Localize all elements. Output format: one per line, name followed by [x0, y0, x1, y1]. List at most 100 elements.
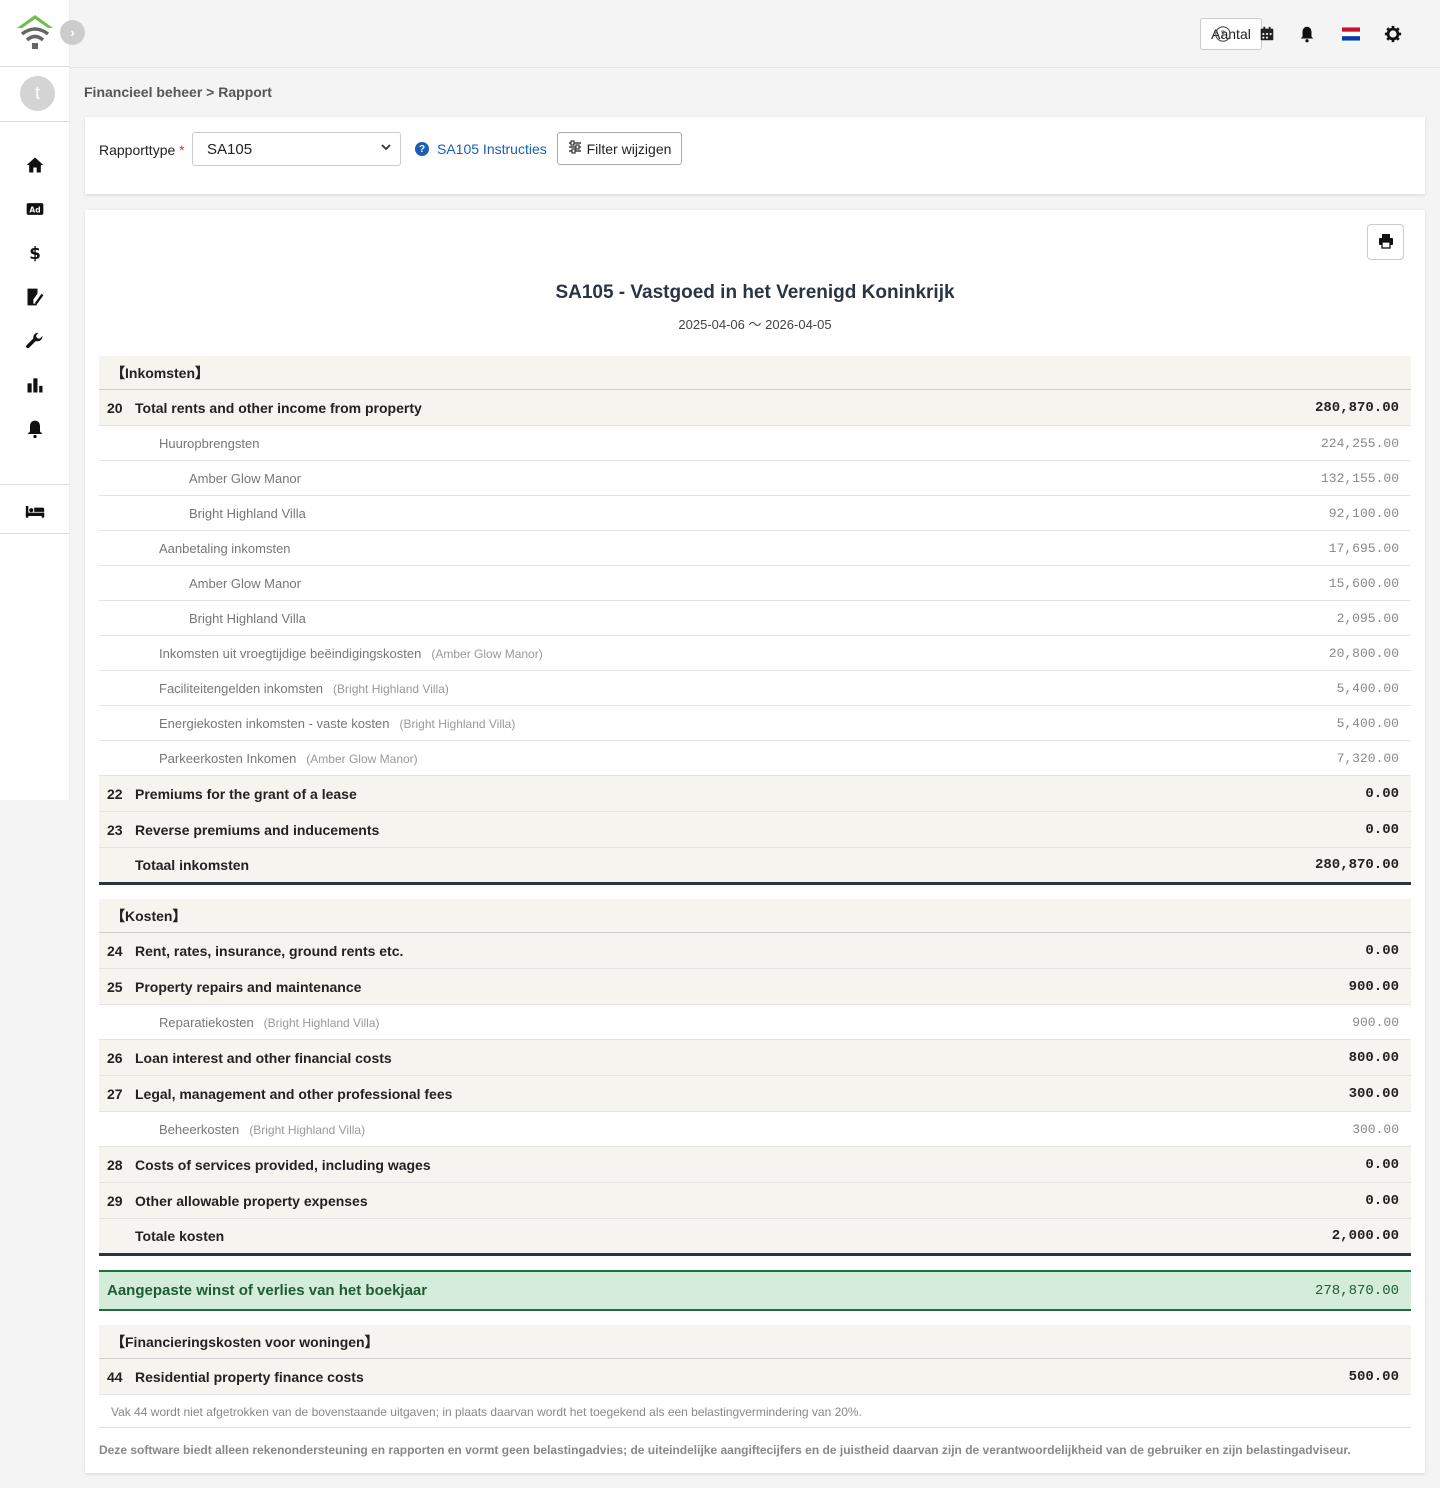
table-row: Faciliteitengelden inkomsten (Bright High…: [99, 671, 1411, 706]
bed-icon[interactable]: [23, 499, 47, 523]
table-row: Beheerkosten (Bright Highland Villa) 300.…: [99, 1112, 1411, 1147]
table-row: Parkeerkosten Inkomen (Amber Glow Manor) …: [99, 741, 1411, 776]
row-label: Other allowable property expenses: [135, 1192, 368, 1209]
finance-section-header: 【Financieringskosten voor woningen】: [99, 1325, 1411, 1359]
calendar-icon[interactable]: [1257, 24, 1277, 44]
property-name: (Amber Glow Manor): [306, 751, 418, 766]
dutch-flag-icon[interactable]: [1340, 24, 1362, 44]
dollar-icon[interactable]: $: [23, 241, 47, 265]
profit-label: Aangepaste winst of verlies van het boek…: [107, 1282, 428, 1299]
svg-text:Ad: Ad: [29, 205, 40, 214]
change-filter-button[interactable]: Filter wijzigen: [557, 132, 682, 165]
sidebar: t Ad $: [0, 0, 70, 800]
table-row: 26 Loan interest and other financial cos…: [99, 1040, 1411, 1076]
box-number: 24: [107, 942, 123, 959]
row-amount: 17,695.00: [1328, 540, 1399, 556]
row-amount: 0.00: [1365, 1156, 1399, 1173]
row-label: Amber Glow Manor: [189, 470, 301, 486]
box-number: 29: [107, 1192, 123, 1209]
box-number: 25: [107, 978, 123, 995]
income-table: 【Inkomsten】 20 Total rents and other inc…: [99, 356, 1411, 885]
print-button[interactable]: [1367, 224, 1404, 260]
row-label-text: Faciliteitengelden inkomsten: [159, 680, 324, 696]
row-label: Bright Highland Villa: [189, 610, 306, 626]
row-amount: 7,320.00: [1336, 750, 1399, 766]
topbar: Aantal ?: [70, 0, 1440, 68]
table-row: 28 Costs of services provided, including…: [99, 1147, 1411, 1183]
box-number: 44: [107, 1368, 123, 1385]
box-number: 26: [107, 1049, 123, 1066]
row-label: Legal, management and other professional…: [135, 1085, 453, 1102]
help-icon[interactable]: ?: [1213, 24, 1233, 44]
row-amount: 224,255.00: [1320, 435, 1399, 451]
row-amount: 300.00: [1352, 1121, 1399, 1137]
bar-chart-icon[interactable]: [23, 373, 47, 397]
row-amount: 500.00: [1348, 1368, 1399, 1385]
table-row: Bright Highland Villa 2,095.00: [99, 601, 1411, 636]
total-label: Totaal inkomsten: [135, 857, 250, 873]
row-label: Aanbetaling inkomsten: [159, 540, 291, 556]
row-label: Bright Highland Villa: [189, 505, 306, 521]
profit-amount: 278,870.00: [1314, 1282, 1399, 1299]
table-row: 29 Other allowable property expenses 0.0…: [99, 1183, 1411, 1219]
row-label: Total rents and other income from proper…: [135, 399, 422, 416]
instructions-link[interactable]: ? SA105 Instructies: [415, 141, 547, 157]
property-name: (Bright Highland Villa): [249, 1122, 366, 1137]
avatar[interactable]: t: [20, 76, 55, 111]
row-label-text: Parkeerkosten Inkomen: [159, 750, 297, 766]
table-row: 25 Property repairs and maintenance 900.…: [99, 969, 1411, 1005]
row-label-text: Energiekosten inkomsten - vaste kosten: [159, 715, 390, 731]
row-amount: 0.00: [1365, 1192, 1399, 1209]
row-amount: 5,400.00: [1336, 680, 1399, 696]
row-amount: 900.00: [1348, 978, 1399, 995]
app-logo[interactable]: [14, 12, 56, 54]
row-label: Energiekosten inkomsten - vaste kosten (B…: [99, 716, 1211, 731]
row-label: Inkomsten uit vroegtijdige beëindigingsk…: [99, 646, 1211, 661]
row-amount: 2,095.00: [1336, 610, 1399, 626]
finance-section-label: 【Financieringskosten voor woningen】: [111, 1333, 379, 1350]
required-mark: *: [179, 142, 185, 158]
expenses-total-row: Totale kosten 2,000.00: [99, 1219, 1411, 1256]
instructions-label: SA105 Instructies: [437, 141, 547, 157]
breadcrumb-current: Rapport: [218, 84, 272, 100]
question-circle-icon: ?: [415, 142, 429, 156]
table-row: 23 Reverse premiums and inducements 0.00: [99, 812, 1411, 848]
svg-text:$: $: [29, 244, 41, 263]
row-label-text: Reparatiekosten: [159, 1014, 254, 1030]
box-number: 23: [107, 821, 123, 838]
row-label: Amber Glow Manor: [189, 575, 301, 591]
row-amount: 132,155.00: [1320, 470, 1399, 486]
table-row: 44 Residential property finance costs 50…: [99, 1359, 1411, 1395]
income-total-row: Totaal inkomsten 280,870.00: [99, 848, 1411, 885]
sidebar-divider: [0, 121, 70, 122]
row-label: Rent, rates, insurance, ground rents etc…: [135, 942, 404, 959]
property-name: (Bright Highland Villa): [399, 716, 516, 731]
box-number: 27: [107, 1085, 123, 1102]
avatar-letter: t: [34, 83, 40, 103]
report-type-selected-value: SA105: [207, 141, 253, 158]
row-amount: 0.00: [1365, 785, 1399, 802]
notification-bell-icon[interactable]: [1297, 24, 1317, 44]
row-label: Residential property finance costs: [135, 1368, 364, 1385]
report-type-select[interactable]: SA105: [192, 132, 401, 166]
row-amount: 900.00: [1352, 1014, 1399, 1030]
adjusted-profit-row: Aangepaste winst of verlies van het boek…: [99, 1270, 1411, 1311]
bell-icon[interactable]: [23, 417, 47, 441]
breadcrumb-parent[interactable]: Financieel beheer: [84, 84, 202, 100]
wrench-icon[interactable]: [23, 329, 47, 353]
table-row: Amber Glow Manor 132,155.00: [99, 461, 1411, 496]
contract-icon[interactable]: [23, 285, 47, 309]
income-section-label: 【Inkomsten】: [111, 364, 210, 381]
table-row: Huuropbrengsten 224,255.00: [99, 426, 1411, 461]
chevron-right-icon[interactable]: ›: [60, 20, 85, 45]
row-label: Faciliteitengelden inkomsten (Bright High…: [99, 681, 1211, 696]
gear-icon[interactable]: [1383, 24, 1403, 44]
finance-costs-table: 【Financieringskosten voor woningen】 44 R…: [99, 1325, 1411, 1395]
report-type-label: Rapporttype *: [99, 142, 185, 158]
row-label: Parkeerkosten Inkomen (Amber Glow Manor): [99, 751, 1211, 766]
row-label: Costs of services provided, including wa…: [135, 1156, 431, 1173]
ad-icon[interactable]: Ad: [23, 197, 47, 221]
table-row: Energiekosten inkomsten - vaste kosten (B…: [99, 706, 1411, 741]
row-amount: 15,600.00: [1328, 575, 1399, 591]
home-icon[interactable]: [23, 153, 47, 177]
